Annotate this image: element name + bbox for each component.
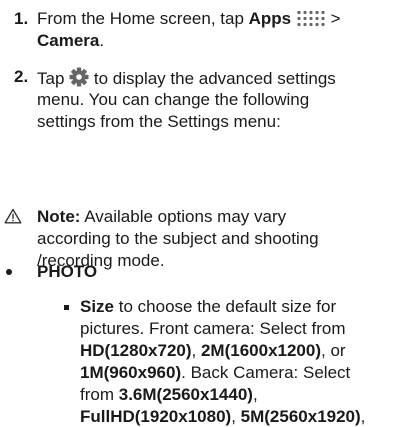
step-2-line-1: Tap to display the advanced settings: [37, 67, 336, 92]
step-2-line-3: settings from the Settings menu:: [37, 112, 281, 131]
step-2-line-2: menu. You can change the following: [37, 90, 310, 109]
note-label: Note:: [37, 207, 81, 226]
gear-icon: [69, 67, 89, 92]
size-label: Size: [80, 297, 115, 316]
step-1-line-2: Camera.: [37, 31, 105, 50]
size-line-6: FullHD(1920x1080), 5M(2560x1920),: [80, 407, 366, 426]
note-line-1: Note: Available options may vary: [37, 207, 287, 226]
bullet-square: [64, 305, 69, 310]
apps-label: Apps: [248, 9, 292, 28]
bullet-dot: [6, 269, 12, 275]
camera-label: Camera: [37, 31, 100, 50]
size-line-1: Size to choose the default size for: [80, 297, 337, 316]
size-line-3: HD(1280x720), 2M(1600x1200), or: [80, 341, 346, 360]
note-line-2: according to the subject and shooting: [37, 229, 319, 248]
size-line-2: pictures. Front camera: Select from: [80, 319, 346, 338]
step-number: 1.: [14, 9, 29, 28]
photo-heading: PHOTO: [37, 262, 98, 281]
warning-icon: [4, 208, 22, 229]
size-line-4: 1M(960x960). Back Camera: Select: [80, 363, 351, 382]
size-line-5: from 3.6M(2560x1440),: [80, 385, 258, 404]
apps-grid-icon: [296, 10, 326, 32]
step-number: 2.: [14, 67, 29, 86]
step-1-line-1: From the Home screen, tap Apps >: [37, 9, 341, 32]
